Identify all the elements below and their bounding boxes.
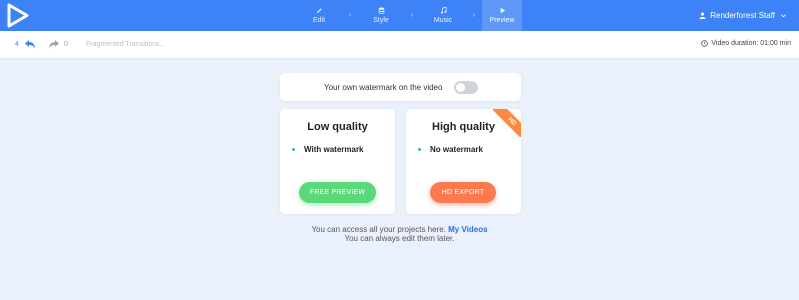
step-style[interactable]: Style: [358, 0, 404, 31]
pencil-icon: [316, 8, 322, 14]
projects-info-text: You can access all your projects here.: [311, 225, 449, 234]
step-edit[interactable]: Edit: [296, 0, 342, 31]
undo-count: 4: [15, 41, 19, 48]
chevron-right-icon: ›: [472, 12, 476, 19]
bullet-dot: [418, 148, 421, 151]
projects-info-line2: You can always edit them later.: [344, 234, 455, 243]
low-quality-feature: With watermark: [292, 145, 364, 154]
chevron-right-icon: ›: [410, 12, 414, 19]
low-quality-card: Low quality With watermark FREE PREVIEW: [280, 109, 395, 214]
projects-info-line1: You can access all your projects here. M…: [0, 225, 799, 234]
toggle-knob: [456, 83, 465, 92]
bullet-dot: [292, 148, 295, 151]
watermark-card: Your own watermark on the video: [280, 73, 521, 101]
step-style-label: Style: [373, 17, 389, 24]
low-quality-title: Low quality: [307, 121, 368, 133]
watermark-toggle[interactable]: [454, 81, 478, 94]
redo-icon[interactable]: [48, 39, 60, 50]
redo-count: 0: [64, 41, 68, 48]
high-quality-title: High quality: [432, 121, 495, 133]
step-music-label: Music: [433, 17, 453, 24]
user-name: Renderforest Staff: [710, 11, 775, 20]
chevron-right-icon: ›: [348, 12, 352, 19]
layers-icon: [378, 7, 384, 14]
step-navigation: Edit › Style › Music › Preview: [296, 0, 522, 31]
step-preview-label: Preview: [489, 17, 515, 24]
my-videos-link[interactable]: My Videos: [448, 225, 487, 234]
step-music[interactable]: Music: [420, 0, 466, 31]
music-note-icon: [440, 7, 447, 14]
step-edit-label: Edit: [312, 17, 326, 24]
user-menu[interactable]: Renderforest Staff: [699, 0, 791, 31]
low-quality-feature-label: With watermark: [304, 145, 364, 154]
play-icon: [500, 7, 505, 14]
high-quality-feature-label: No watermark: [430, 145, 483, 154]
top-navbar: Edit › Style › Music › Preview Renderfor…: [0, 0, 799, 31]
step-preview[interactable]: Preview: [482, 0, 522, 31]
high-quality-feature: No watermark: [418, 145, 483, 154]
watermark-label: Your own watermark on the video: [324, 83, 443, 92]
free-preview-button[interactable]: FREE PREVIEW: [299, 182, 376, 203]
hd-export-button[interactable]: HD EXPORT: [430, 182, 496, 203]
video-duration-label: Video duration: 01:00 min: [711, 40, 791, 47]
project-title[interactable]: Fragmented Transitions...: [86, 41, 165, 48]
user-icon: [699, 12, 706, 19]
project-toolbar: 4 0 Fragmented Transitions... Video dura…: [0, 31, 799, 59]
chevron-down-icon: [781, 14, 786, 18]
high-quality-card: HD High quality No watermark HD EXPORT: [406, 109, 521, 214]
projects-info: You can access all your projects here. M…: [0, 225, 799, 243]
play-logo-icon[interactable]: [6, 3, 30, 28]
undo-icon[interactable]: [24, 39, 36, 50]
video-duration: Video duration: 01:00 min: [701, 40, 791, 47]
clock-icon: [701, 40, 709, 47]
